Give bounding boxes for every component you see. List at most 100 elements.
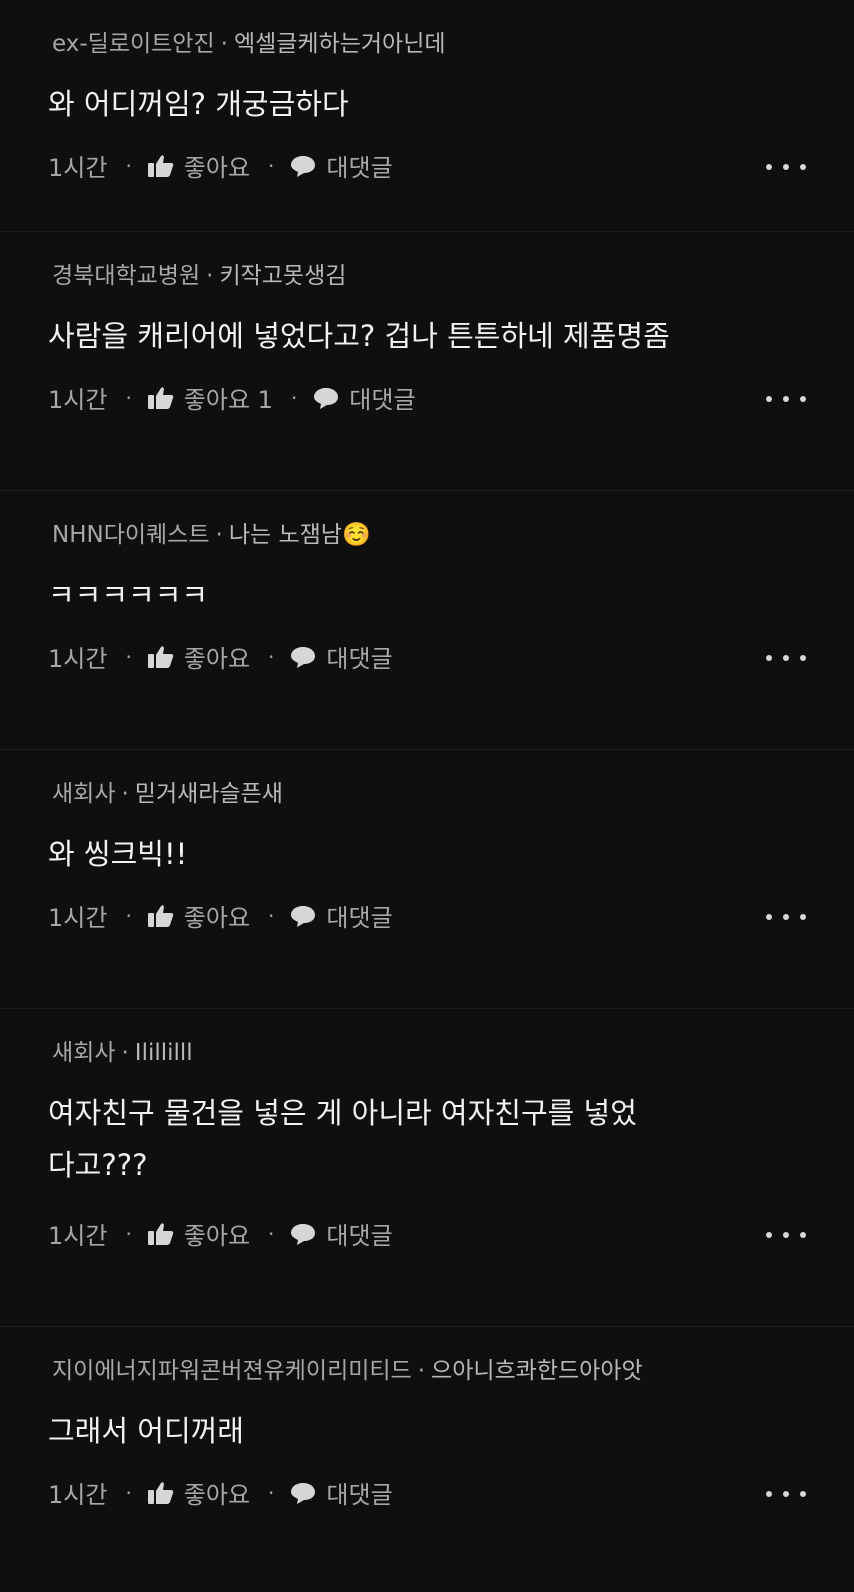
comment-author-meta: 새회사 · 믿거새라슬픈새	[52, 774, 283, 808]
meta-separator: ·	[121, 781, 129, 807]
more-dot-icon	[766, 655, 772, 661]
more-dot-icon	[783, 164, 789, 170]
comment-time: 1시간	[48, 1222, 108, 1250]
comment-item: ex-딜로이트안진 · 엑셀글케하는거아닌데 와 어디꺼임? 개궁금하다 1시간 ·…	[0, 0, 854, 232]
comment-actions: 1시간 · 좋아요 · 대댓글	[48, 898, 393, 933]
thumbs-up-icon	[147, 386, 174, 409]
action-separator: ·	[268, 1221, 275, 1246]
action-separator: ·	[268, 153, 275, 178]
action-separator: ·	[290, 385, 298, 410]
more-options-button[interactable]	[766, 384, 806, 414]
reply-button[interactable]: 대댓글	[290, 639, 393, 674]
comment-item: NHN다이퀘스트 · 나는 노잼남☺️ ㅋㅋㅋㅋㅋㅋ 1시간 · 좋아요 · 대댓글	[0, 491, 854, 750]
more-options-button[interactable]	[766, 902, 806, 932]
comment-list: ex-딜로이트안진 · 엑셀글케하는거아닌데 와 어디꺼임? 개궁금하다 1시간 ·…	[0, 0, 854, 1592]
author-nickname[interactable]: 믿거새라슬픈새	[135, 781, 283, 807]
like-button[interactable]: 좋아요	[147, 1216, 251, 1251]
comment-item: 새회사 · 믿거새라슬픈새 와 씽크빅!! 1시간 · 좋아요 · 대댓글	[0, 750, 854, 1009]
more-dot-icon	[766, 1232, 772, 1238]
more-dot-icon	[800, 1232, 806, 1238]
like-button[interactable]: 좋아요	[147, 148, 251, 183]
like-button[interactable]: 좋아요 1	[147, 380, 273, 415]
more-options-button[interactable]	[766, 1220, 806, 1250]
like-label: 좋아요	[183, 645, 251, 673]
more-dot-icon	[766, 1491, 772, 1497]
thumbs-up-icon	[147, 904, 174, 927]
comment-text: 그래서 어디꺼래	[48, 1414, 244, 1448]
meta-separator: ·	[215, 522, 223, 548]
reply-label: 대댓글	[326, 154, 393, 182]
reply-button[interactable]: 대댓글	[290, 1216, 393, 1251]
like-button[interactable]: 좋아요	[147, 1475, 250, 1510]
comment-text: 여자친구 물건을 넣은 게 아니라 여자친구를 넣었다고???	[48, 1096, 637, 1182]
speech-bubble-icon	[291, 905, 316, 927]
meta-separator: ·	[121, 1040, 129, 1066]
speech-bubble-icon	[291, 155, 316, 177]
author-nickname[interactable]: 으아니흐콰한드아아앗	[431, 1358, 643, 1384]
action-separator: ·	[125, 385, 132, 410]
more-dot-icon	[783, 1232, 789, 1238]
more-dot-icon	[783, 655, 789, 661]
more-dot-icon	[783, 396, 789, 402]
author-company[interactable]: 지이에너지파워콘버젼유케이리미티드	[52, 1358, 412, 1384]
more-dot-icon	[800, 164, 806, 170]
comment-actions: 1시간 · 좋아요 · 대댓글	[48, 148, 393, 183]
thumbs-up-icon	[147, 1481, 174, 1504]
more-dot-icon	[766, 164, 772, 170]
reply-label: 대댓글	[326, 1481, 393, 1509]
author-company[interactable]: 경북대학교병원	[52, 263, 200, 289]
speech-bubble-icon	[314, 387, 339, 409]
action-separator: ·	[268, 903, 275, 928]
reply-button[interactable]: 대댓글	[313, 380, 416, 415]
reply-button[interactable]: 대댓글	[290, 148, 393, 183]
comment-item: 경북대학교병원 · 키작고못생김 사람을 캐리어에 넣었다고? 겁나 튼튼하네 제품…	[0, 232, 854, 491]
comment-time: 1시간	[48, 154, 108, 182]
comment-author-meta: 경북대학교병원 · 키작고못생김	[52, 256, 346, 290]
thumbs-up-icon	[147, 645, 174, 668]
comment-text: ㅋㅋㅋㅋㅋㅋ	[48, 578, 209, 612]
speech-bubble-icon	[291, 1482, 316, 1504]
reply-button[interactable]: 대댓글	[290, 1475, 393, 1510]
comment-time: 1시간	[48, 386, 108, 414]
action-separator: ·	[268, 644, 275, 669]
like-button[interactable]: 좋아요	[147, 639, 251, 674]
comment-time: 1시간	[48, 645, 108, 673]
more-dot-icon	[766, 396, 772, 402]
more-dot-icon	[783, 1491, 789, 1497]
comment-actions: 1시간 · 좋아요 · 대댓글	[48, 1216, 393, 1251]
author-nickname[interactable]: 키작고못생김	[219, 263, 346, 289]
author-company[interactable]: ex-딜로이트안진	[52, 31, 215, 57]
reply-button[interactable]: 대댓글	[290, 898, 393, 933]
comment-text: 와 어디꺼임? 개궁금하다	[48, 87, 349, 121]
author-nickname[interactable]: 나는 노잼남☺️	[229, 522, 371, 548]
comment-author-meta: 지이에너지파워콘버젼유케이리미티드 · 으아니흐콰한드아아앗	[52, 1351, 643, 1385]
like-label: 좋아요	[183, 1222, 251, 1250]
comment-item: 새회사 · Ilillilll 여자친구 물건을 넣은 게 아니라 여자친구를 넣었…	[0, 1009, 854, 1327]
more-options-button[interactable]	[766, 1479, 806, 1509]
author-company[interactable]: 새회사	[52, 1040, 115, 1066]
speech-bubble-icon	[291, 646, 316, 668]
more-options-button[interactable]	[766, 643, 806, 673]
reply-label: 대댓글	[326, 904, 393, 932]
more-dot-icon	[800, 1491, 806, 1497]
more-options-button[interactable]	[766, 152, 806, 182]
more-dot-icon	[766, 914, 772, 920]
thumbs-up-icon	[147, 154, 174, 177]
author-nickname[interactable]: Ilillilll	[135, 1040, 193, 1066]
like-label: 좋아요	[183, 154, 251, 182]
comment-text: 사람을 캐리어에 넣었다고? 겁나 튼튼하네 제품명좀	[48, 319, 670, 353]
author-company[interactable]: NHN다이퀘스트	[52, 522, 210, 548]
comment-actions: 1시간 · 좋아요 · 대댓글	[48, 1475, 393, 1510]
action-separator: ·	[268, 1480, 275, 1505]
more-dot-icon	[783, 914, 789, 920]
author-company[interactable]: 새회사	[52, 781, 115, 807]
action-separator: ·	[125, 1221, 132, 1246]
comment-author-meta: NHN다이퀘스트 · 나는 노잼남☺️	[52, 515, 371, 549]
comment-item: 지이에너지파워콘버젼유케이리미티드 · 으아니흐콰한드아아앗 그래서 어디꺼래 1시…	[0, 1327, 854, 1592]
comment-time: 1시간	[48, 1481, 108, 1509]
author-nickname[interactable]: 엑셀글케하는거아닌데	[234, 31, 446, 57]
like-label: 좋아요 1	[183, 386, 273, 414]
comment-author-meta: 새회사 · Ilillilll	[52, 1033, 193, 1067]
comment-actions: 1시간 · 좋아요 · 대댓글	[48, 639, 393, 674]
like-button[interactable]: 좋아요	[147, 898, 250, 933]
